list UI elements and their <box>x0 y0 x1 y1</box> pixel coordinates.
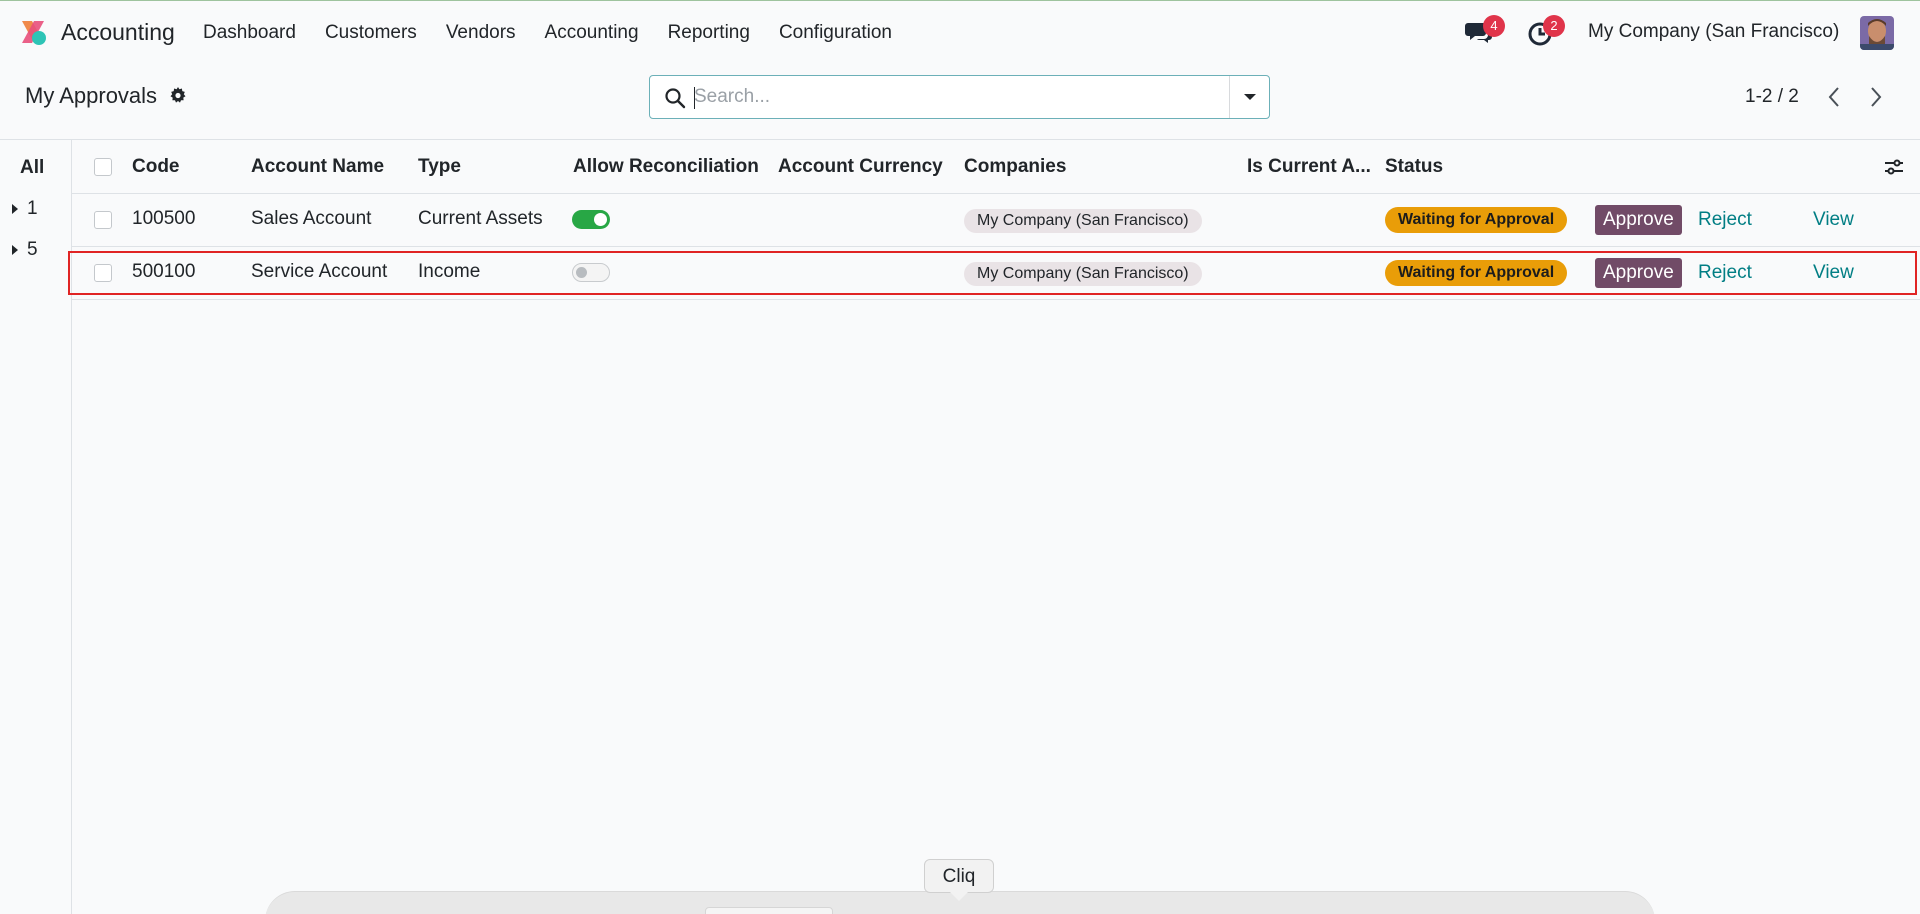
select-all-checkbox[interactable] <box>94 158 112 176</box>
menu-reporting[interactable]: Reporting <box>668 22 750 44</box>
tooltip-tail <box>950 892 968 901</box>
chat-count-badge: 4 <box>1483 15 1505 37</box>
activity-count-badge: 2 <box>1543 15 1565 37</box>
caret-right-icon <box>12 204 18 214</box>
allow-reconciliation-toggle[interactable] <box>572 263 610 282</box>
view-button[interactable]: View <box>1813 209 1854 231</box>
cell-type: Income <box>418 261 481 282</box>
column-type[interactable]: Type <box>418 156 461 178</box>
group-side-panel: All 1 5 <box>0 140 72 914</box>
dock-item[interactable] <box>705 907 833 914</box>
text-cursor <box>694 87 695 109</box>
page-title: My Approvals <box>25 83 158 108</box>
column-is-current[interactable]: Is Current A... <box>1247 156 1371 178</box>
table-row[interactable]: 100500 Sales Account Current Assets My C… <box>72 194 1920 247</box>
table-row[interactable]: 500100 Service Account Income My Company… <box>72 247 1920 300</box>
chevron-right-icon[interactable] <box>1864 83 1888 111</box>
cell-code: 100500 <box>132 208 196 229</box>
cell-account-name: Service Account <box>251 261 388 282</box>
column-companies[interactable]: Companies <box>964 156 1066 178</box>
status-badge: Waiting for Approval <box>1385 260 1568 286</box>
view-button[interactable]: View <box>1813 262 1854 284</box>
side-panel-all[interactable]: All <box>20 157 44 179</box>
chevron-left-icon[interactable] <box>1822 83 1846 111</box>
cell-type: Current Assets <box>418 208 543 229</box>
approve-button[interactable]: Approve <box>1595 205 1682 235</box>
search-input[interactable] <box>694 76 1214 118</box>
company-tag: My Company (San Francisco) <box>964 209 1202 233</box>
approve-button[interactable]: Approve <box>1595 258 1682 288</box>
reject-button[interactable]: Reject <box>1698 209 1752 231</box>
column-status[interactable]: Status <box>1385 156 1443 178</box>
cliq-tooltip: Cliq <box>924 859 994 893</box>
column-account-currency[interactable]: Account Currency <box>778 156 943 178</box>
cell-code: 500100 <box>132 261 196 282</box>
user-avatar[interactable] <box>1860 16 1894 50</box>
menu-customers[interactable]: Customers <box>325 22 417 44</box>
company-switcher[interactable]: My Company (San Francisco) <box>1588 21 1839 43</box>
status-badge: Waiting for Approval <box>1385 207 1568 233</box>
pager-value[interactable]: 1-2 / 2 <box>1745 86 1799 108</box>
main-menu: Dashboard Customers Vendors Accounting R… <box>203 1 921 64</box>
menu-configuration[interactable]: Configuration <box>779 22 892 44</box>
column-allow-reconciliation[interactable]: Allow Reconciliation <box>573 156 759 178</box>
column-account-name[interactable]: Account Name <box>251 156 384 178</box>
app-name[interactable]: Accounting <box>61 19 175 46</box>
side-group-5[interactable]: 5 <box>12 239 38 261</box>
side-group-label: 5 <box>27 239 38 260</box>
row-checkbox[interactable] <box>94 264 112 282</box>
menu-accounting[interactable]: Accounting <box>545 22 639 44</box>
caret-down-icon <box>1243 94 1256 100</box>
allow-reconciliation-toggle[interactable] <box>572 210 610 229</box>
cell-account-name: Sales Account <box>251 208 372 229</box>
search-icon <box>665 88 686 109</box>
reject-button[interactable]: Reject <box>1698 262 1752 284</box>
caret-right-icon <box>12 245 18 255</box>
side-group-1[interactable]: 1 <box>12 198 38 220</box>
search-options-toggle[interactable] <box>1229 76 1269 118</box>
accounting-app-icon[interactable] <box>18 17 48 47</box>
top-navbar: Accounting Dashboard Customers Vendors A… <box>0 1 1920 64</box>
list-header: Code Account Name Type Allow Reconciliat… <box>72 140 1920 194</box>
row-checkbox[interactable] <box>94 211 112 229</box>
column-code[interactable]: Code <box>132 156 180 178</box>
company-tag: My Company (San Francisco) <box>964 262 1202 286</box>
menu-vendors[interactable]: Vendors <box>446 22 516 44</box>
gear-icon[interactable] <box>169 86 187 104</box>
side-group-label: 1 <box>27 198 38 219</box>
search-box <box>649 75 1270 119</box>
optional-columns-icon[interactable] <box>1884 158 1904 176</box>
menu-dashboard[interactable]: Dashboard <box>203 22 296 44</box>
